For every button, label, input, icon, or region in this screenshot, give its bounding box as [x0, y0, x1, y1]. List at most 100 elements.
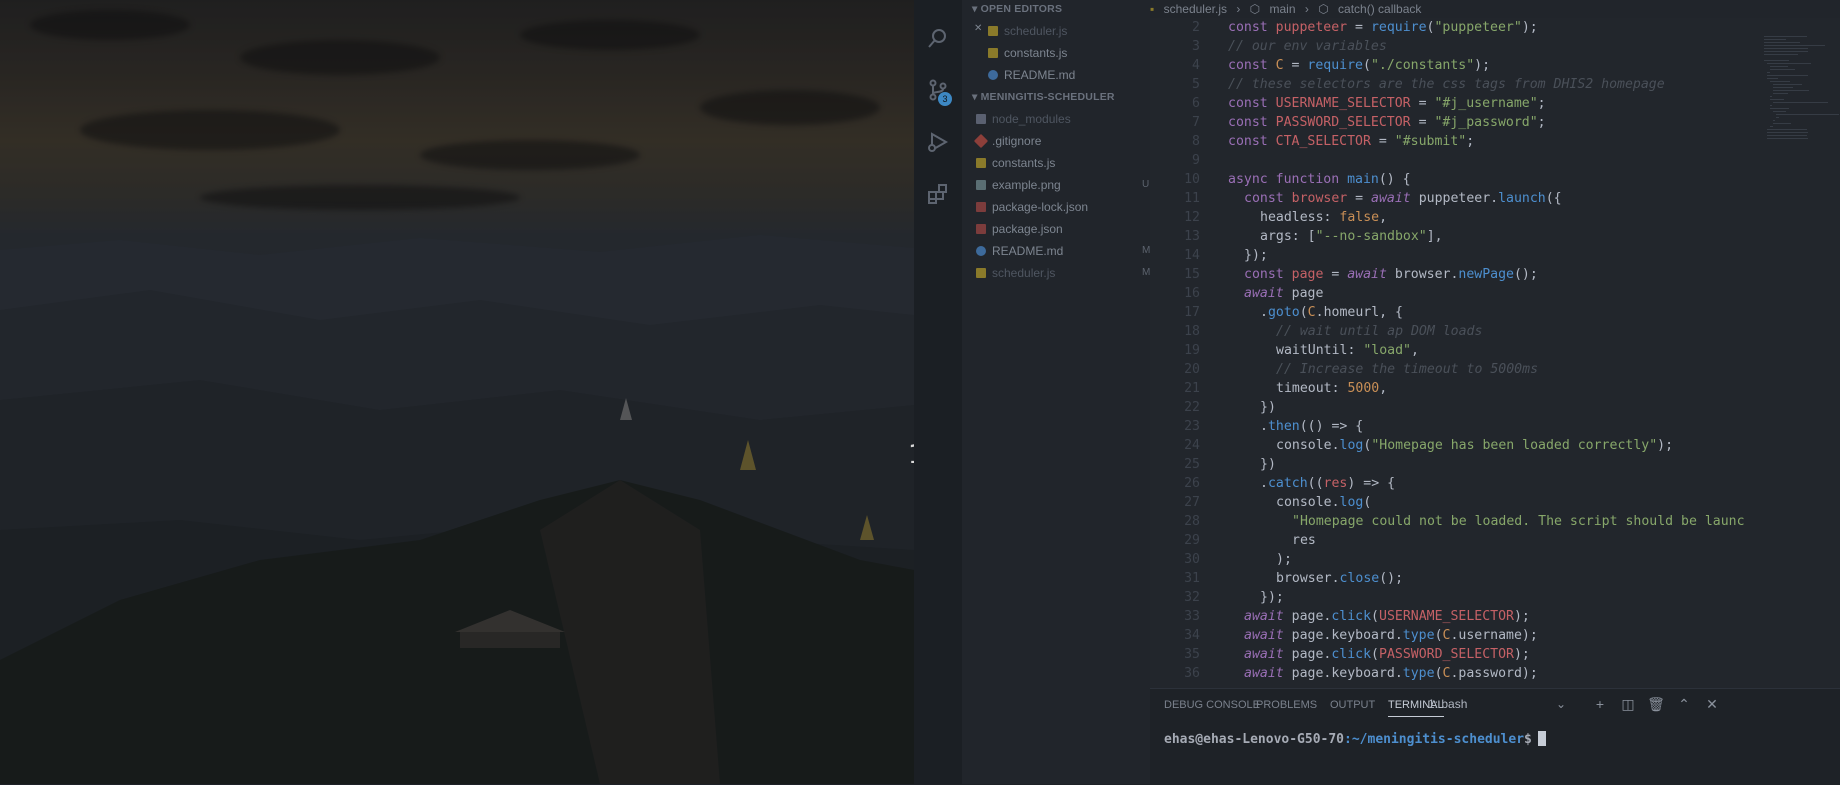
file-item[interactable]: example.png U [976, 175, 1149, 195]
code-token: type [1402, 666, 1435, 681]
code-token: await [1244, 286, 1292, 301]
code-token: "./constants" [1370, 58, 1475, 73]
file-item[interactable]: node_modules [976, 109, 1071, 129]
file-item[interactable]: scheduler.jsM [976, 263, 1150, 283]
line-number: 25 [1184, 457, 1200, 472]
tab-output[interactable]: OUTPUT [1330, 694, 1375, 716]
debug-icon[interactable] [926, 130, 950, 154]
minimap-line [1770, 99, 1785, 100]
code-text: const USERNAME_SELECTOR = "#j_username"; [1228, 94, 1546, 113]
line-number: 26 [1184, 476, 1200, 491]
file-item[interactable]: README.mdM [988, 65, 1162, 85]
code-token: ; [1466, 134, 1475, 149]
line-number: 18 [1184, 324, 1200, 339]
line-number: 15 [1184, 267, 1200, 282]
file-item[interactable]: README.mdM [976, 241, 1150, 261]
code-area[interactable]: 2 const puppeteer = require("puppeteer");… [1150, 18, 1840, 688]
minimap-line [1767, 63, 1811, 64]
code-token: await [1347, 267, 1395, 282]
cube-icon: ⬡ [1249, 2, 1261, 16]
terminal-select[interactable]: 1: bash ⌄ [1422, 694, 1572, 714]
minimap-line [1773, 84, 1802, 85]
code-token: 5000 [1347, 381, 1380, 396]
code-text: const browser = await puppeteer.launch({ [1244, 189, 1562, 208]
js-file-icon [988, 26, 998, 36]
split-terminal-icon[interactable]: ◫ [1618, 694, 1638, 714]
minimap-line [1767, 78, 1778, 79]
code-token: ( [1371, 647, 1379, 662]
chevron-right-icon: › [1236, 2, 1241, 16]
code-token: // these selectors are the css tags from… [1228, 77, 1665, 92]
code-token: (( [1307, 476, 1324, 491]
minimap-line [1767, 138, 1808, 139]
code-token: ; [1537, 96, 1546, 111]
open-editors-header[interactable]: ▾ OPEN EDITORS [972, 3, 1062, 19]
code-token: timeout: [1276, 381, 1348, 396]
scm-count-badge: 3 [938, 92, 952, 106]
line-number: 12 [1184, 210, 1200, 225]
code-token: . [1260, 419, 1268, 434]
chevron-up-icon[interactable]: ⌃ [1674, 694, 1694, 714]
code-token: ( [1371, 609, 1379, 624]
code-token: headless: [1260, 210, 1340, 225]
file-item[interactable]: constants.js [976, 153, 1055, 173]
project-title: MENINGITIS-SCHEDULER [980, 91, 1115, 103]
code-token: ({ [1545, 191, 1562, 206]
code-line: 8 const CTA_SELECTOR = "#submit"; [1150, 132, 1840, 151]
line-number: 31 [1184, 571, 1200, 586]
explorer-sidebar: ▾ OPEN EDITORS scheduler.jsM constants.js… [962, 0, 1162, 784]
code-text: timeout: 5000, [1276, 379, 1387, 398]
code-text: // wait until ap DOM loads [1276, 322, 1482, 341]
terminal-cursor [1537, 731, 1546, 746]
close-icon[interactable]: ✕ [974, 23, 982, 34]
file-item[interactable]: package.json [976, 219, 1063, 239]
project-header[interactable]: ▾ MENINGITIS-SCHEDULER [972, 91, 1115, 107]
code-line: 27 console.log( [1150, 493, 1840, 512]
tab-debug-console[interactable]: DEBUG CONSOLE [1164, 694, 1260, 716]
code-line: 24 console.log("Homepage has been loaded … [1150, 436, 1840, 455]
extensions-icon[interactable] [926, 182, 950, 206]
terminal-prompt[interactable]: ehas@ehas-Lenovo-G50-70:~/meningitis-sch… [1164, 731, 1546, 747]
code-token: const [1228, 58, 1276, 73]
code-token: launch [1498, 191, 1546, 206]
code-token: ; [1537, 115, 1546, 130]
code-token: (); [1379, 571, 1404, 586]
code-line: 15 const page = await browser.newPage(); [1150, 265, 1840, 284]
code-token: USERNAME_SELECTOR [1379, 609, 1514, 624]
close-icon[interactable]: ✕ [1702, 694, 1722, 714]
new-terminal-icon[interactable]: + [1590, 694, 1610, 714]
file-item[interactable]: constants.js [988, 43, 1067, 63]
code-token: await [1244, 647, 1292, 662]
code-text: await page [1244, 284, 1323, 303]
minimap-line [1767, 135, 1807, 136]
code-token: "#j_password" [1434, 115, 1538, 130]
minimap-line [1770, 81, 1790, 82]
code-line: 14}); [1150, 246, 1840, 265]
code-line: 4 const C = require("./constants"); [1150, 56, 1840, 75]
minimap-line [1773, 90, 1810, 91]
code-editor-window: 3 ▾ OPEN EDITORS scheduler.jsM constants.… [914, 0, 1840, 785]
code-token: .username); [1450, 628, 1538, 643]
search-icon[interactable] [926, 26, 950, 50]
breadcrumb-symbol-main[interactable]: main [1270, 2, 1296, 16]
breadcrumb-symbol-callback[interactable]: catch() callback [1338, 2, 1421, 16]
minimap-line [1767, 129, 1807, 130]
chevron-right-icon: › [1304, 2, 1309, 16]
line-number: 20 [1184, 362, 1200, 377]
minimap[interactable] [1760, 36, 1840, 316]
file-item[interactable]: scheduler.jsM [988, 21, 1162, 41]
minimap-line [1773, 123, 1791, 124]
code-token: const [1228, 134, 1276, 149]
code-token: PASSWORD_SELECTOR [1379, 647, 1514, 662]
line-number: 4 [1192, 58, 1200, 73]
trash-icon[interactable]: 🗑 [1646, 694, 1666, 714]
file-item[interactable]: .gitignore [973, 131, 1041, 151]
code-text: const puppeteer = require("puppeteer"); [1228, 18, 1538, 37]
line-number: 23 [1184, 419, 1200, 434]
file-item[interactable]: package-lock.json [976, 197, 1088, 217]
tab-problems[interactable]: PROBLEMS [1256, 694, 1317, 716]
breadcrumb-file[interactable]: scheduler.js [1164, 2, 1227, 16]
code-line: 17 .goto(C.homeurl, { [1150, 303, 1840, 322]
code-text: }); [1260, 588, 1284, 607]
code-line: 32}); [1150, 588, 1840, 607]
